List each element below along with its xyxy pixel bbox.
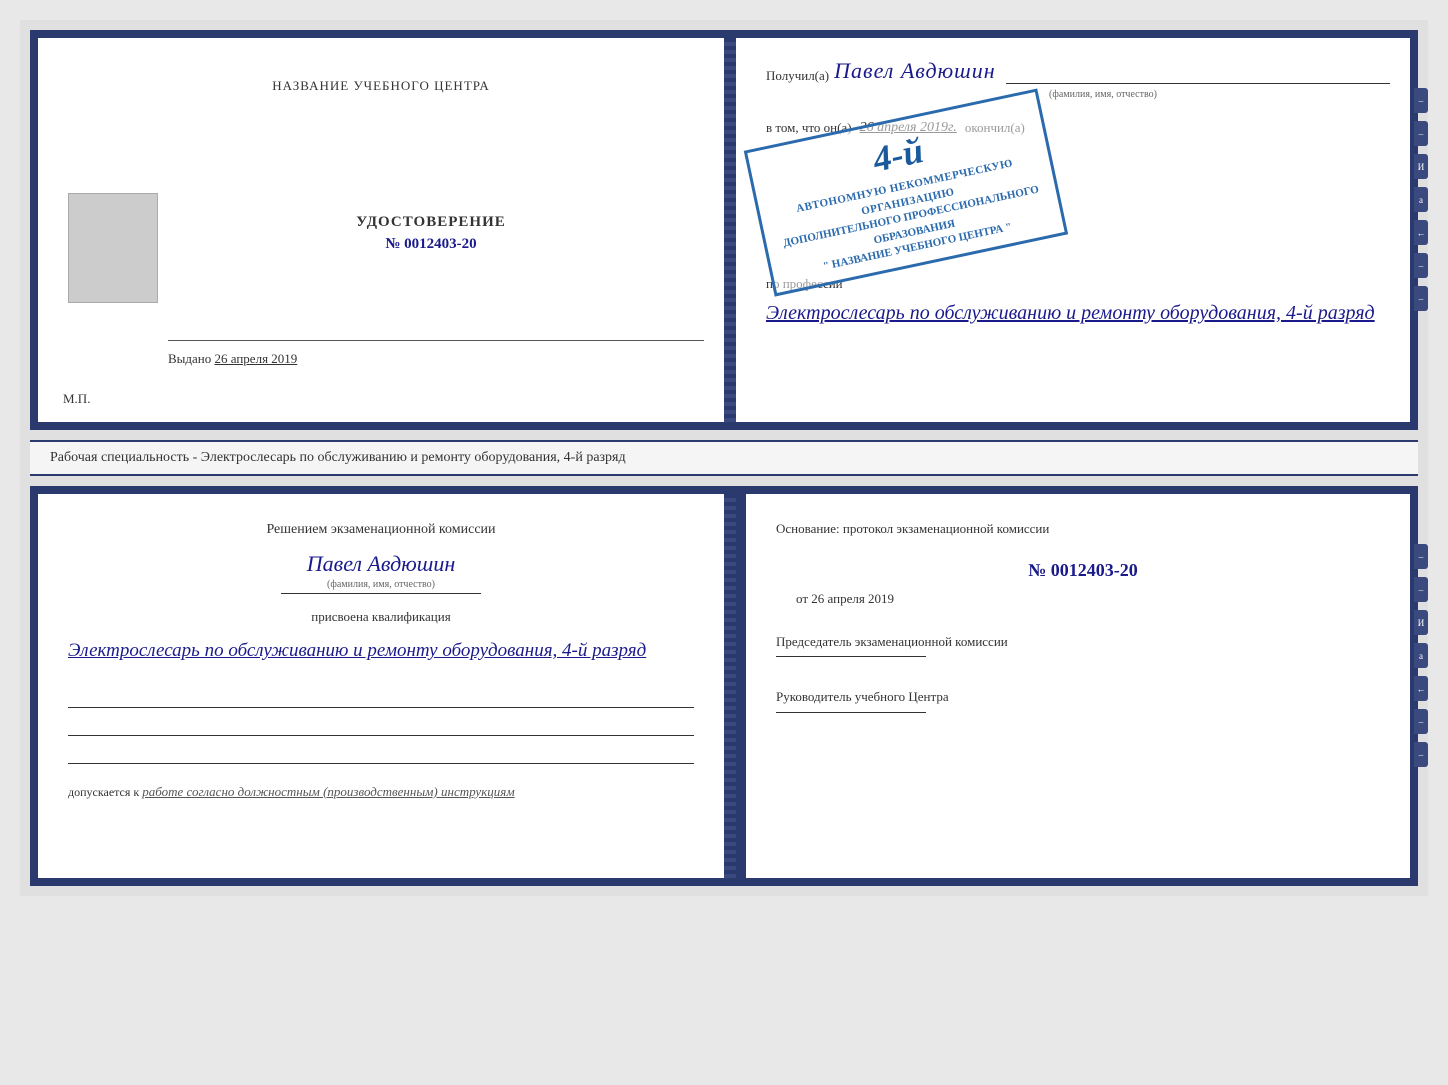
page-container: НАЗВАНИЕ УЧЕБНОГО ЦЕНТРА УДОСТОВЕРЕНИЕ №…: [20, 20, 1428, 896]
bottom-document: Решением экзаменационной комиссии Павел …: [30, 486, 1418, 886]
right-panel-bottom: Основание: протокол экзаменационной коми…: [736, 494, 1410, 878]
spine-bottom: [724, 494, 736, 878]
chairman-sig: [776, 656, 926, 657]
qualification-handwritten: Электрослесарь по обслуживанию и ремонту…: [68, 635, 694, 667]
training-center-title: НАЗВАНИЕ УЧЕБНОГО ЦЕНТРА: [272, 78, 489, 94]
profession-handwritten: Электрослесарь по обслуживанию и ремонту…: [766, 297, 1390, 329]
allowed-handwritten: работе согласно должностным (производств…: [142, 784, 514, 799]
top-document: НАЗВАНИЕ УЧЕБНОГО ЦЕНТРА УДОСТОВЕРЕНИЕ №…: [30, 30, 1418, 430]
qualification-label: присвоена квалификация: [68, 609, 694, 625]
mp-label: М.П.: [63, 391, 90, 407]
chairman-label: Председатель экзаменационной комиссии: [776, 632, 1390, 658]
name-hint-bottom: (фамилия, имя, отчество): [281, 579, 481, 594]
left-panel-top: НАЗВАНИЕ УЧЕБНОГО ЦЕНТРА УДОСТОВЕРЕНИЕ №…: [38, 38, 724, 422]
certificate-label: УДОСТОВЕРЕНИЕ: [356, 214, 506, 231]
sig-block-2: [68, 716, 694, 736]
right-panel-top: Получил(а) Павел Авдюшин (фамилия, имя, …: [736, 38, 1410, 422]
director-label: Руководитель учебного Центра: [776, 687, 1390, 713]
recipient-line: Получил(а) Павел Авдюшин: [766, 58, 1390, 84]
person-name-bottom: Павел Авдюшин: [68, 551, 694, 577]
protocol-date: от 26 апреля 2019: [776, 591, 1390, 607]
name-hint-top: (фамилия, имя, отчество): [816, 89, 1390, 100]
issued-line: Выдано 26 апреля 2019: [168, 351, 704, 367]
photo-placeholder: [68, 193, 158, 303]
side-tabs-bottom: – – И а ← – –: [1414, 544, 1428, 767]
issued-date: 26 апреля 2019: [215, 351, 298, 366]
middle-text: Рабочая специальность - Электрослесарь п…: [30, 440, 1418, 476]
sig-block-3: [68, 744, 694, 764]
allowed-block: допускается к работе согласно должностны…: [68, 784, 694, 800]
certificate-number: № 0012403-20: [385, 236, 476, 253]
director-sig: [776, 712, 926, 713]
side-tabs-top: – – И а ← – –: [1414, 88, 1428, 311]
sig-block-1: [68, 688, 694, 708]
protocol-number: № 0012403-20: [776, 560, 1390, 581]
commission-title: Решением экзаменационной комиссии: [68, 519, 694, 541]
profession-block: по профессии Электрослесарь по обслужива…: [766, 276, 1390, 329]
basis-title: Основание: протокол экзаменационной коми…: [776, 519, 1390, 540]
left-panel-bottom: Решением экзаменационной комиссии Павел …: [38, 494, 724, 878]
recipient-name: Павел Авдюшин: [834, 58, 995, 84]
